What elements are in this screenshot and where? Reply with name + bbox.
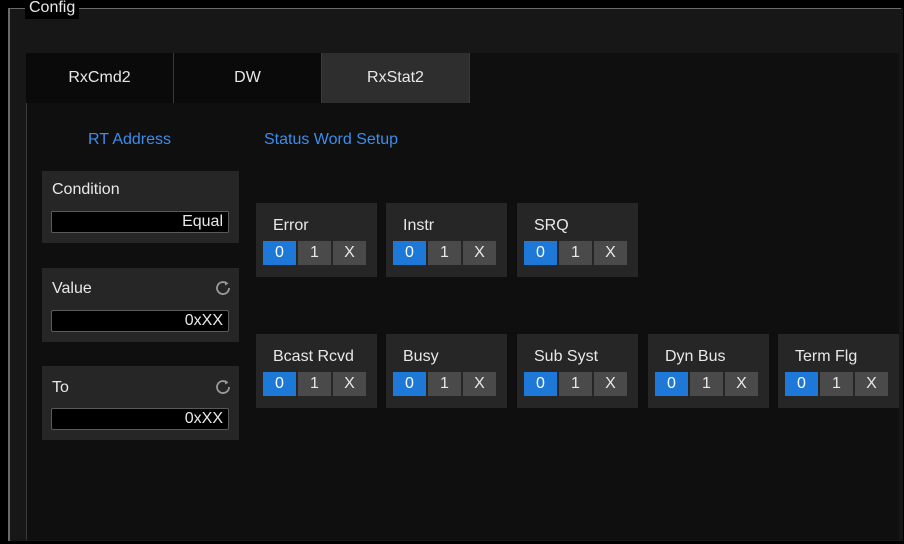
bit-option-0[interactable]: 0	[524, 241, 557, 265]
bit-option-1[interactable]: 1	[428, 372, 461, 396]
bit-option-0[interactable]: 0	[393, 372, 426, 396]
bit-dyn-bus: Dyn Bus 0 1 X	[648, 334, 769, 408]
bit-error: Error 0 1 X	[256, 203, 377, 277]
bit-option-0[interactable]: 0	[263, 372, 296, 396]
bit-option-1[interactable]: 1	[298, 372, 331, 396]
bit-option-0[interactable]: 0	[785, 372, 818, 396]
bit-option-x[interactable]: X	[855, 372, 888, 396]
frame-top-border	[8, 8, 901, 9]
bit-label: Dyn Bus	[665, 348, 726, 365]
status-word-setup-title: Status Word Setup	[264, 131, 398, 148]
bit-option-x[interactable]: X	[463, 372, 496, 396]
rt-address-title: RT Address	[88, 131, 172, 148]
bit-label: Bcast Rcvd	[273, 348, 354, 365]
to-label: To	[52, 379, 69, 396]
bit-option-x[interactable]: X	[594, 241, 627, 265]
frame-title: Config	[25, 0, 80, 19]
tab-dw[interactable]: DW	[174, 53, 322, 103]
value-field[interactable]: 0xXX	[51, 310, 229, 332]
bit-option-x[interactable]: X	[463, 241, 496, 265]
bit-label: Term Flg	[795, 348, 858, 365]
bit-option-x[interactable]: X	[333, 372, 366, 396]
bit-label: Sub Syst	[534, 348, 599, 365]
bit-label: SRQ	[534, 217, 569, 234]
bit-option-x[interactable]: X	[725, 372, 758, 396]
to-field[interactable]: 0xXX	[51, 408, 229, 430]
tab-rxstat2[interactable]: RxStat2	[322, 53, 470, 103]
reset-to-icon[interactable]	[215, 379, 231, 395]
bit-option-0[interactable]: 0	[655, 372, 688, 396]
condition-label: Condition	[52, 181, 120, 198]
bit-option-1[interactable]: 1	[428, 241, 461, 265]
tab-rxcmd2[interactable]: RxCmd2	[26, 53, 174, 103]
value-panel: Value 0xXX	[42, 268, 239, 342]
bit-busy: Busy 0 1 X	[386, 334, 507, 408]
condition-panel: Condition Equal	[42, 171, 239, 243]
bit-option-1[interactable]: 1	[298, 241, 331, 265]
tab-bar: RxCmd2 DW RxStat2	[26, 53, 470, 103]
value-label: Value	[52, 280, 92, 297]
bit-option-0[interactable]: 0	[263, 241, 296, 265]
bit-instr: Instr 0 1 X	[386, 203, 507, 277]
bit-label: Instr	[403, 217, 435, 234]
bit-label: Error	[273, 217, 309, 234]
bit-option-1[interactable]: 1	[690, 372, 723, 396]
bit-label: Busy	[403, 348, 439, 365]
bit-sub-syst: Sub Syst 0 1 X	[517, 334, 638, 408]
bit-bcast-rcvd: Bcast Rcvd 0 1 X	[256, 334, 377, 408]
reset-value-icon[interactable]	[215, 280, 231, 296]
condition-select[interactable]: Equal	[51, 211, 229, 233]
bit-option-1[interactable]: 1	[820, 372, 853, 396]
bit-term-flg: Term Flg 0 1 X	[778, 334, 899, 408]
bit-srq: SRQ 0 1 X	[517, 203, 638, 277]
bit-option-x[interactable]: X	[333, 241, 366, 265]
bit-option-1[interactable]: 1	[559, 372, 592, 396]
bit-option-x[interactable]: X	[594, 372, 627, 396]
bit-option-0[interactable]: 0	[524, 372, 557, 396]
bit-option-0[interactable]: 0	[393, 241, 426, 265]
to-panel: To 0xXX	[42, 366, 239, 440]
bit-option-1[interactable]: 1	[559, 241, 592, 265]
